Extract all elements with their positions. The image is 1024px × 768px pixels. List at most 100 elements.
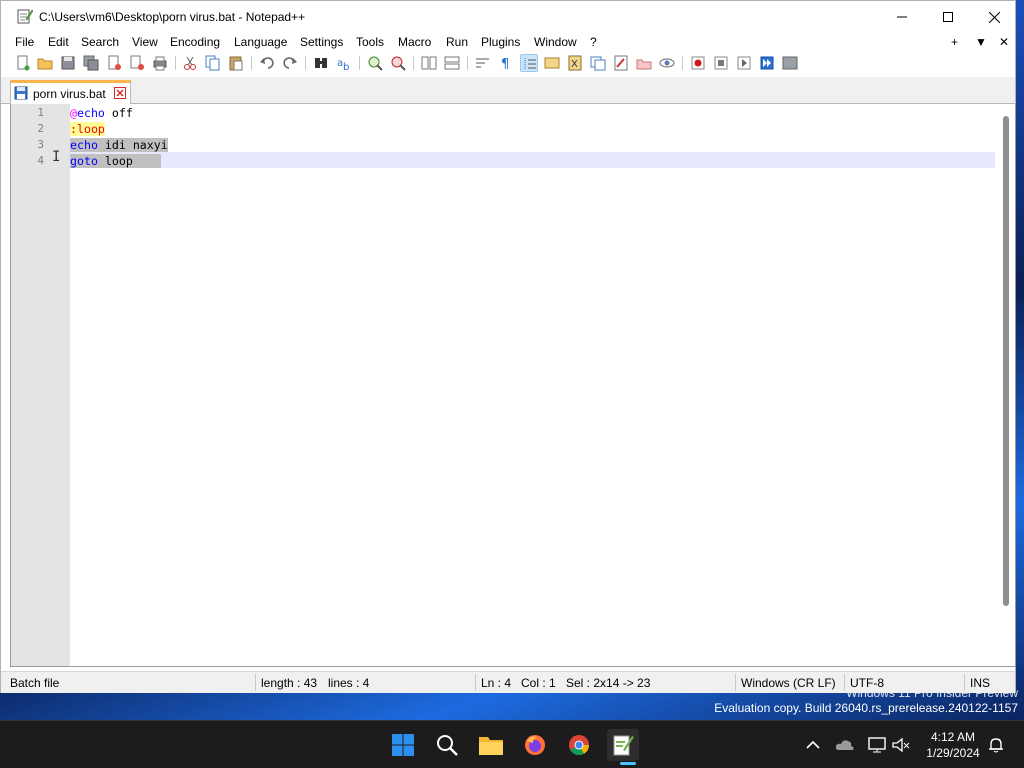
toolbar-separator bbox=[359, 56, 360, 70]
open-file-icon[interactable] bbox=[36, 54, 54, 72]
window-title: C:\Users\vm6\Desktop\porn virus.bat - No… bbox=[39, 10, 306, 24]
stop-macro-icon[interactable] bbox=[712, 54, 730, 72]
status-separator bbox=[964, 674, 965, 691]
saved-file-icon bbox=[14, 86, 28, 103]
monitoring-eye-icon[interactable] bbox=[658, 54, 676, 72]
status-language: Batch file bbox=[10, 676, 60, 690]
svg-text:b: b bbox=[343, 62, 349, 71]
search-icon[interactable] bbox=[431, 729, 463, 761]
replace-icon[interactable]: ab bbox=[335, 54, 353, 72]
menu-edit[interactable]: Edit bbox=[48, 35, 69, 49]
close-file-icon[interactable] bbox=[105, 54, 123, 72]
menu-plugins[interactable]: Plugins bbox=[481, 35, 520, 49]
find-icon[interactable] bbox=[312, 54, 330, 72]
status-encoding[interactable]: UTF-8 bbox=[850, 676, 884, 690]
tab-close-icon[interactable] bbox=[114, 87, 126, 99]
svg-text:¶: ¶ bbox=[501, 57, 509, 71]
sync-horizontal-icon[interactable] bbox=[443, 54, 461, 72]
menu-run[interactable]: Run bbox=[446, 35, 468, 49]
run-macro-multiple-icon[interactable] bbox=[758, 54, 776, 72]
sync-vertical-icon[interactable] bbox=[420, 54, 438, 72]
record-macro-icon[interactable] bbox=[689, 54, 707, 72]
line-number: 2 bbox=[37, 122, 44, 135]
tab-label: porn virus.bat bbox=[33, 87, 106, 101]
menu-settings[interactable]: Settings bbox=[300, 35, 343, 49]
code-line-3[interactable]: echo idi naxyi bbox=[70, 137, 168, 153]
menu-tools[interactable]: Tools bbox=[356, 35, 384, 49]
line-number-gutter: 1 2 3 4 bbox=[11, 104, 70, 666]
menu-language[interactable]: Language bbox=[234, 35, 287, 49]
document-map-icon[interactable]: X bbox=[566, 54, 584, 72]
show-all-chars-icon[interactable]: ¶ bbox=[497, 54, 515, 72]
save-icon[interactable] bbox=[59, 54, 77, 72]
tab-porn-virus-bat[interactable]: porn virus.bat bbox=[10, 80, 131, 104]
menu-encoding[interactable]: Encoding bbox=[170, 35, 220, 49]
menu-search[interactable]: Search bbox=[81, 35, 119, 49]
file-explorer-icon[interactable] bbox=[475, 729, 507, 761]
editor-area[interactable]: 1 2 3 4 I @echo off :loop echo idi naxyi… bbox=[10, 104, 1016, 667]
token-label: :loop bbox=[70, 122, 105, 136]
indent-guide-icon[interactable] bbox=[520, 54, 538, 72]
svg-text:X: X bbox=[571, 59, 578, 70]
taskbar-clock[interactable]: 4:12 AM 1/29/2024 bbox=[916, 729, 990, 761]
status-selection[interactable]: Sel : 2x14 -> 23 bbox=[566, 676, 650, 690]
zoom-in-icon[interactable] bbox=[366, 54, 384, 72]
token-keyword: echo bbox=[70, 138, 98, 152]
status-ln[interactable]: Ln : 4 bbox=[481, 676, 511, 690]
network-icon[interactable] bbox=[867, 735, 887, 755]
close-all-icon[interactable] bbox=[128, 54, 146, 72]
word-wrap-icon[interactable] bbox=[474, 54, 492, 72]
undo-icon[interactable] bbox=[258, 54, 276, 72]
token-text: loop bbox=[97, 154, 133, 168]
menu-view[interactable]: View bbox=[132, 35, 158, 49]
maximize-button[interactable] bbox=[925, 1, 971, 33]
status-insert-mode[interactable]: INS bbox=[970, 676, 990, 690]
token-keyword: echo bbox=[76, 106, 105, 120]
close-document-button[interactable]: ✕ bbox=[999, 35, 1009, 49]
notepadpp-icon[interactable] bbox=[607, 729, 639, 765]
clock-date: 1/29/2024 bbox=[926, 746, 980, 760]
play-macro-icon[interactable] bbox=[735, 54, 753, 72]
chevron-up-icon[interactable] bbox=[803, 735, 823, 755]
cut-icon[interactable] bbox=[181, 54, 199, 72]
document-tab-bar: porn virus.bat bbox=[1, 77, 1015, 104]
chrome-icon[interactable] bbox=[563, 729, 595, 761]
vertical-scrollbar[interactable] bbox=[1003, 116, 1009, 606]
active-app-indicator bbox=[620, 762, 636, 765]
close-button[interactable] bbox=[971, 1, 1017, 33]
token-keyword: goto bbox=[70, 154, 98, 168]
menu-window[interactable]: Window bbox=[534, 35, 577, 49]
function-list-icon[interactable] bbox=[589, 54, 607, 72]
save-all-icon[interactable] bbox=[82, 54, 100, 72]
title-bar[interactable]: C:\Users\vm6\Desktop\porn virus.bat - No… bbox=[1, 1, 1015, 33]
new-tab-plus-button[interactable]: + bbox=[951, 35, 958, 49]
menu-file[interactable]: File bbox=[15, 35, 34, 49]
status-eol[interactable]: Windows (CR LF) bbox=[741, 676, 836, 690]
tab-list-dropdown-button[interactable]: ▼ bbox=[975, 35, 987, 49]
menu-macro[interactable]: Macro bbox=[398, 35, 431, 49]
save-macro-icon[interactable] bbox=[781, 54, 799, 72]
onedrive-cloud-icon[interactable] bbox=[835, 735, 855, 755]
current-line-highlight bbox=[70, 152, 995, 168]
notification-bell-icon[interactable] bbox=[986, 735, 1006, 755]
menu-help[interactable]: ? bbox=[590, 35, 597, 49]
folder-workspace-icon[interactable] bbox=[612, 54, 630, 72]
new-file-icon[interactable] bbox=[14, 54, 32, 72]
print-icon[interactable] bbox=[151, 54, 169, 72]
paste-icon[interactable] bbox=[227, 54, 245, 72]
code-line-1[interactable]: @echo off bbox=[70, 105, 133, 121]
toolbar-separator bbox=[467, 56, 468, 70]
project-panel-icon[interactable] bbox=[635, 54, 653, 72]
firefox-icon[interactable] bbox=[519, 729, 551, 761]
volume-muted-icon[interactable] bbox=[891, 735, 911, 755]
copy-icon[interactable] bbox=[204, 54, 222, 72]
minimize-button[interactable] bbox=[879, 1, 925, 33]
redo-icon[interactable] bbox=[281, 54, 299, 72]
status-col[interactable]: Col : 1 bbox=[521, 676, 556, 690]
zoom-out-icon[interactable] bbox=[389, 54, 407, 72]
code-line-2[interactable]: :loop bbox=[70, 121, 105, 137]
user-defined-lang-icon[interactable] bbox=[543, 54, 561, 72]
toolbar-separator bbox=[175, 56, 176, 70]
start-icon[interactable] bbox=[387, 729, 419, 761]
code-line-4[interactable]: goto loop bbox=[70, 153, 161, 169]
